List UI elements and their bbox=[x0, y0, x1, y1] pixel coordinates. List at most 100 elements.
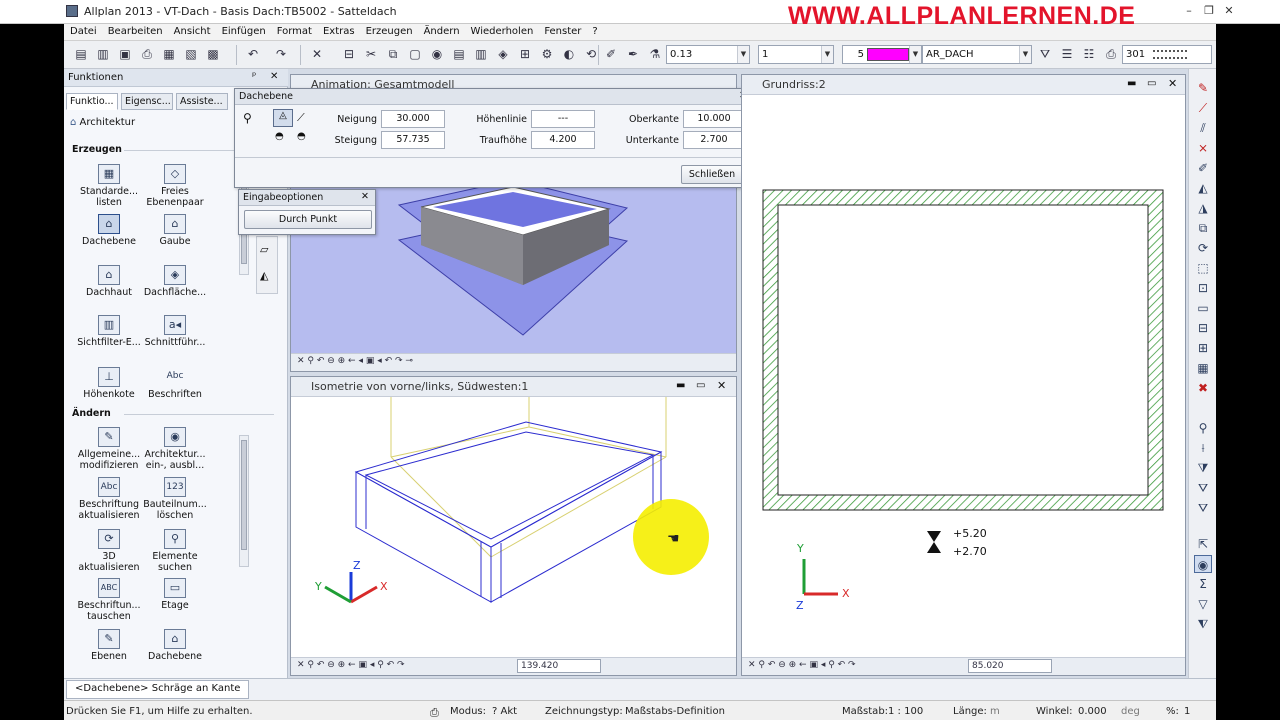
function-elevation[interactable]: ⊥ Höhenkote bbox=[74, 367, 144, 400]
redo-icon[interactable]: ↷ bbox=[272, 45, 290, 63]
view-maximize-icon[interactable]: ▭ bbox=[696, 380, 705, 391]
undo-icon[interactable]: ↶ bbox=[244, 45, 262, 63]
traufhoehe-input[interactable]: 4.200 bbox=[531, 131, 595, 149]
function-roof-plane-modify[interactable]: ⌂ Dachebene bbox=[140, 629, 210, 662]
layer2-icon[interactable]: ▥ bbox=[472, 45, 490, 63]
zoom-input[interactable]: 139.420 bbox=[517, 659, 601, 673]
delete-icon[interactable]: ✖ bbox=[1194, 379, 1212, 397]
menu-wiederholen[interactable]: Wiederholen bbox=[465, 24, 539, 37]
line-icon[interactable]: ⟋ bbox=[1194, 99, 1212, 117]
mode-value[interactable]: ? Akt bbox=[492, 706, 517, 717]
function-update-labels[interactable]: Abc Beschriftung aktualisieren bbox=[74, 477, 144, 521]
mirror-icon[interactable]: ◭ bbox=[1194, 179, 1212, 197]
new-project-icon[interactable]: ▤ bbox=[72, 45, 90, 63]
view-close-icon[interactable]: ✕ bbox=[1168, 77, 1177, 90]
layer-visibility-icon[interactable]: ⛛ bbox=[1036, 45, 1054, 63]
format-brush-icon[interactable]: ✐ bbox=[602, 45, 620, 63]
angle-value[interactable]: 0.000 bbox=[1078, 706, 1107, 717]
function-architecture-toggle[interactable]: ◉ Architektur... ein-, ausbl... bbox=[140, 427, 210, 471]
function-delete-numbers[interactable]: 123 Bauteilnum... löschen bbox=[140, 477, 210, 521]
neigung-input[interactable]: 30.000 bbox=[381, 110, 445, 128]
menu-help[interactable]: ? bbox=[586, 24, 602, 37]
menu-ansicht[interactable]: Ansicht bbox=[168, 24, 216, 37]
zoom-tools[interactable]: ✕ ⚲ ↶ ⊖ ⊕ ← ◂ ▣ ◂ ↶ ↷ ⊸ bbox=[297, 356, 413, 366]
zoom-input[interactable]: 85.020 bbox=[968, 659, 1052, 673]
hoehenlinie-input[interactable]: --- bbox=[531, 110, 595, 128]
zoom-tools[interactable]: ✕ ⚲ ↶ ⊖ ⊕ ← ▣ ◂ ⚲ ↶ ↷ bbox=[297, 660, 405, 670]
length-value[interactable]: m bbox=[990, 706, 1000, 717]
function-floor[interactable]: ▭ Etage bbox=[140, 578, 210, 611]
unterkante-input[interactable]: 2.700 bbox=[683, 131, 745, 149]
line-type-select[interactable]: 1 ▼ bbox=[758, 45, 834, 64]
roof-slope-icon[interactable]: ⟋ bbox=[297, 111, 305, 125]
layer-select[interactable]: AR_DACH ▼ bbox=[922, 45, 1032, 64]
layer-icon[interactable]: ▤ bbox=[450, 45, 468, 63]
rotate-icon[interactable]: ⟳ bbox=[1194, 239, 1212, 257]
copy-icon[interactable]: ⧉ bbox=[1194, 219, 1212, 237]
array-icon[interactable]: ▦ bbox=[1194, 359, 1212, 377]
color-icon[interactable]: ◐ bbox=[560, 45, 578, 63]
menu-erzeugen[interactable]: Erzeugen bbox=[360, 24, 418, 37]
active-function-tab[interactable]: <Dachebene> Schräge an Kante bbox=[66, 680, 250, 699]
close-icon[interactable]: ✕ bbox=[361, 191, 369, 202]
copy-icon[interactable]: ⧉ bbox=[384, 45, 402, 63]
function-roof-surface[interactable]: ◈ Dachfläche... bbox=[140, 265, 210, 298]
plane-tool-icon[interactable]: ▱ bbox=[260, 243, 268, 256]
format-pick-icon[interactable]: ✒ bbox=[624, 45, 642, 63]
select-icon[interactable]: ⇱ bbox=[1194, 535, 1212, 553]
pipette-icon[interactable]: ⚲ bbox=[243, 111, 252, 125]
drawing-type-value[interactable]: Maßstabs-Definition bbox=[625, 706, 725, 717]
layer-off-icon[interactable]: ☷ bbox=[1080, 45, 1098, 63]
floor-plan-view[interactable]: Grundriss:2 ▬ ▭ ✕ +5.20 +2.70 Y X Z ✕ ⚲ … bbox=[741, 74, 1186, 676]
view-maximize-icon[interactable]: ▭ bbox=[1147, 78, 1156, 89]
menu-einfuegen[interactable]: Einfügen bbox=[216, 24, 271, 37]
trim-icon[interactable]: ⊟ bbox=[1194, 319, 1212, 337]
join-icon[interactable]: ⊞ bbox=[1194, 339, 1212, 357]
filter4-icon[interactable]: ▽ bbox=[1194, 595, 1212, 613]
filter2-icon[interactable]: ⛛ bbox=[1194, 479, 1212, 497]
function-general-modify[interactable]: ✎ Allgemeine... modifizieren bbox=[74, 427, 144, 471]
roof-tool-icon[interactable]: ◭ bbox=[260, 269, 268, 282]
pipette-icon[interactable]: ⚲ bbox=[1194, 419, 1212, 437]
preview-icon[interactable]: ▦ bbox=[160, 45, 178, 63]
render-icon[interactable]: ◈ bbox=[494, 45, 512, 63]
save-icon[interactable]: ▣ bbox=[116, 45, 134, 63]
layer-print-icon[interactable]: ⎙ bbox=[1102, 45, 1120, 63]
settings-icon[interactable]: ⚙ bbox=[538, 45, 556, 63]
isometric-view[interactable]: Isometrie von vorne/links, Südwesten:1 ▬… bbox=[290, 376, 737, 676]
zoom-tools[interactable]: ✕ ⚲ ↶ ⊖ ⊕ ← ▣ ◂ ⚲ ↶ ↷ bbox=[748, 660, 856, 670]
panel-close-icon[interactable]: ✕ bbox=[270, 71, 278, 82]
function-standard-lists[interactable]: ▦ Standarde... listen bbox=[74, 164, 144, 208]
view-icon[interactable]: ◉ bbox=[428, 45, 446, 63]
roof-half2-icon[interactable]: ◓ bbox=[297, 131, 306, 142]
function-label-text[interactable]: Abc Beschriften bbox=[140, 367, 210, 400]
line-style-select[interactable]: 301 bbox=[1122, 45, 1212, 64]
layout-icon[interactable]: ▧ bbox=[182, 45, 200, 63]
color-select[interactable]: 5 ▼ bbox=[842, 45, 922, 64]
tab-assistants[interactable]: Assiste... bbox=[176, 93, 228, 110]
sum-icon[interactable]: Σ bbox=[1194, 575, 1212, 593]
function-roof-plane[interactable]: ⌂ Dachebene bbox=[74, 214, 144, 247]
function-update-3d[interactable]: ⟳ 3D aktualisieren bbox=[74, 529, 144, 573]
menu-datei[interactable]: Datei bbox=[64, 24, 102, 37]
dimension-icon[interactable]: ⟊ bbox=[1194, 439, 1212, 457]
pin-icon[interactable]: ᵖ bbox=[252, 71, 256, 82]
pencil-icon[interactable]: ✎ bbox=[1194, 79, 1212, 97]
intersect-icon[interactable]: ⨯ bbox=[1194, 139, 1212, 157]
function-roof-skin[interactable]: ⌂ Dachhaut bbox=[74, 265, 144, 298]
grid-icon[interactable]: ⊞ bbox=[516, 45, 534, 63]
roof-type-icon[interactable]: ◬ bbox=[273, 109, 293, 127]
tab-functions[interactable]: Funktio... bbox=[66, 93, 118, 110]
function-find-elements[interactable]: ⚲ Elemente suchen bbox=[140, 529, 210, 573]
scale-value[interactable]: 1 : 100 bbox=[888, 706, 923, 717]
steigung-input[interactable]: 57.735 bbox=[381, 131, 445, 149]
view-close-icon[interactable]: ✕ bbox=[717, 379, 726, 392]
view-minimize-icon[interactable]: ▬ bbox=[1127, 78, 1136, 89]
parallel-icon[interactable]: ⫽ bbox=[1194, 119, 1212, 137]
function-free-planes[interactable]: ◇ Freies Ebenenpaar bbox=[140, 164, 210, 208]
filter3-icon[interactable]: ⛛ bbox=[1194, 499, 1212, 517]
function-dormer[interactable]: ⌂ Gaube bbox=[140, 214, 210, 247]
oberkante-input[interactable]: 10.000 bbox=[683, 110, 745, 128]
paste-icon[interactable]: ▢ bbox=[406, 45, 424, 63]
stretch-icon[interactable]: ⬚ bbox=[1194, 259, 1212, 277]
